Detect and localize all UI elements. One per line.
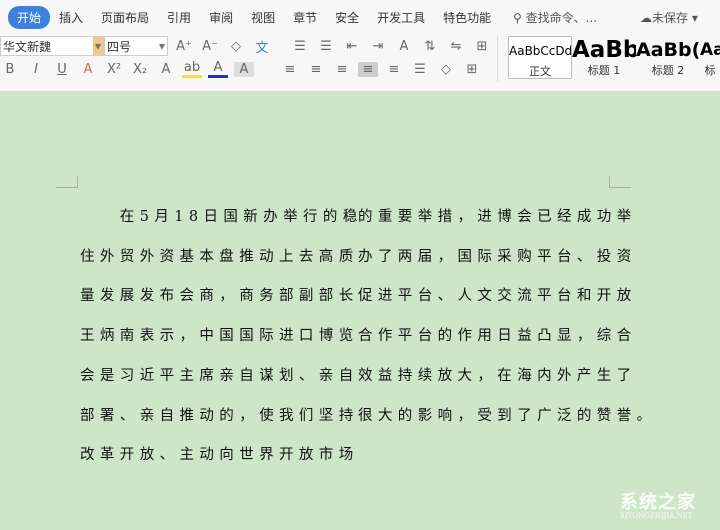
tab-review[interactable]: 审阅 <box>200 6 242 29</box>
text-line: 的重要举措，进博会已经成功举 <box>358 209 637 225</box>
ribbon-tabs: 开始 插入 页面布局 引用 审阅 视图 章节 安全 开发工具 特色功能 <box>8 6 500 29</box>
phonetic-guide-icon[interactable]: 文 <box>252 37 272 56</box>
line-spacing-icon[interactable]: ⇋ <box>446 39 466 54</box>
watermark-logo: 系统之家 XITONGZHIJIA.NET <box>620 488 696 520</box>
text-line: 在5月18日国新办举行的稳 <box>80 209 363 225</box>
style-name: 标 <box>704 64 716 77</box>
numbered-list-icon[interactable]: ☰ <box>316 39 336 54</box>
page-corner-mark <box>56 176 78 188</box>
watermark-url: XITONGZHIJIA.NET <box>620 512 693 520</box>
text-line: 促进平台、人文交流平台和开放 <box>358 288 637 305</box>
chevron-down-icon: ▼ <box>158 41 166 51</box>
tab-references[interactable]: 引用 <box>158 6 200 29</box>
bullet-list-icon[interactable]: ☰ <box>290 39 310 54</box>
text-line: 王炳南表示，中国国际进口博览 <box>80 328 359 345</box>
text-column-right[interactable]: 的重要举措，进博会已经成功举 办了两届，国际采购平台、投资 促进平台、人文交流平… <box>358 198 657 436</box>
char-shading-icon[interactable]: A <box>234 61 254 77</box>
style-name: 标题 1 <box>587 64 621 77</box>
fill-icon[interactable]: ◇ <box>436 62 456 77</box>
justify-icon[interactable]: ≡ <box>358 61 378 77</box>
save-status-label: 未保存 <box>652 11 689 25</box>
superscript-icon[interactable]: X² <box>104 62 124 77</box>
decrease-indent-icon[interactable]: ⇤ <box>342 39 362 54</box>
text-line: 部署、亲自推动的，使我们坚持 <box>80 407 359 424</box>
text-line: 量发展发布会商，商务部副部长 <box>80 288 359 305</box>
highlight-icon[interactable]: ab <box>182 60 202 78</box>
grow-font-icon[interactable]: A⁺ <box>174 39 194 54</box>
divider <box>497 36 498 82</box>
watermark-name: 系统之家 <box>620 492 696 513</box>
text-outline-icon[interactable]: A <box>156 62 176 77</box>
table-icon[interactable]: ⊞ <box>472 39 492 54</box>
style-preview: AaBb( <box>636 39 700 61</box>
text-line: 办了两届，国际采购平台、投资 <box>358 248 637 265</box>
style-heading-1[interactable]: AaBb 标题 1 <box>572 36 636 79</box>
underline-icon[interactable]: U <box>52 62 72 77</box>
tab-developer[interactable]: 开发工具 <box>368 6 434 29</box>
align-left-icon[interactable]: ≡ <box>280 62 300 77</box>
save-status[interactable]: ☁未保存 ▾ <box>640 9 698 26</box>
bold-icon[interactable]: B <box>0 62 20 77</box>
chevron-down-icon: ▼ <box>93 37 103 55</box>
font-size-value: 四号 <box>107 39 132 54</box>
tab-insert[interactable]: 插入 <box>50 6 92 29</box>
text-effect-icon[interactable]: A <box>394 39 414 54</box>
style-heading-3[interactable]: Aa 标 <box>700 36 720 79</box>
strikethrough-icon[interactable]: A <box>78 62 98 77</box>
text-line: 改革开放、主动向世界开放市场 <box>80 447 359 464</box>
text-line: 效益持续放大，在海内外产生了 <box>358 367 637 384</box>
font-name-select[interactable]: 华文新魏 ▼ <box>0 36 104 56</box>
font-size-select[interactable]: 四号 ▼ <box>104 36 168 56</box>
subscript-icon[interactable]: X₂ <box>130 62 150 77</box>
ribbon: 开始 插入 页面布局 引用 审阅 视图 章节 安全 开发工具 特色功能 ⚲ 查找… <box>0 0 720 92</box>
search-icon: ⚲ <box>513 11 526 25</box>
style-preview: AaBb <box>572 37 636 63</box>
page-corner-mark <box>609 176 631 188</box>
border-icon[interactable]: ⊞ <box>462 62 482 77</box>
paragraph-spacing-icon[interactable]: ☰ <box>410 62 430 77</box>
font-name-value: 华文新魏 <box>3 39 52 54</box>
tab-home[interactable]: 开始 <box>8 6 51 29</box>
increase-indent-icon[interactable]: ⇥ <box>368 39 388 54</box>
style-heading-2[interactable]: AaBb( 标题 2 <box>636 36 700 79</box>
tab-view[interactable]: 视图 <box>242 6 284 29</box>
tab-page-layout[interactable]: 页面布局 <box>92 6 158 29</box>
command-search[interactable]: ⚲ 查找命令、... <box>513 9 597 26</box>
align-right-icon[interactable]: ≡ <box>332 62 352 77</box>
font-color-icon[interactable]: A <box>208 60 228 78</box>
text-line: 会是习近平主席亲自谋划、亲自 <box>80 367 359 384</box>
style-preview: Aa <box>700 40 720 60</box>
italic-icon[interactable]: I <box>26 62 46 77</box>
text-line: 合作平台的作用日益凸显，综合 <box>358 328 637 345</box>
style-preview: AaBbCcDd <box>509 44 572 58</box>
shrink-font-icon[interactable]: A⁻ <box>200 39 220 54</box>
tab-section[interactable]: 章节 <box>284 6 326 29</box>
tab-features[interactable]: 特色功能 <box>434 6 500 29</box>
style-normal[interactable]: AaBbCcDd 正文 <box>508 36 572 79</box>
style-name: 正文 <box>529 65 551 78</box>
text-line: 很大的影响，受到了广泛的赞誉。 <box>358 407 657 424</box>
cloud-icon: ☁ <box>640 11 652 25</box>
search-placeholder: 查找命令、... <box>525 11 598 25</box>
text-line: 住外贸外资基本盘推动上去高质 <box>80 248 359 265</box>
style-gallery: AaBbCcDd 正文 AaBb 标题 1 AaBb( 标题 2 Aa 标 <box>508 36 720 79</box>
text-column-left[interactable]: 在5月18日国新办举行的稳 住外贸外资基本盘推动上去高质 量发展发布会商，商务部… <box>80 198 363 476</box>
sort-icon[interactable]: ⇅ <box>420 39 440 54</box>
style-name: 标题 2 <box>651 64 685 77</box>
align-center-icon[interactable]: ≡ <box>306 62 326 77</box>
tab-security[interactable]: 安全 <box>326 6 368 29</box>
distribute-icon[interactable]: ≡ <box>384 62 404 77</box>
eraser-icon[interactable]: ◇ <box>226 39 246 54</box>
